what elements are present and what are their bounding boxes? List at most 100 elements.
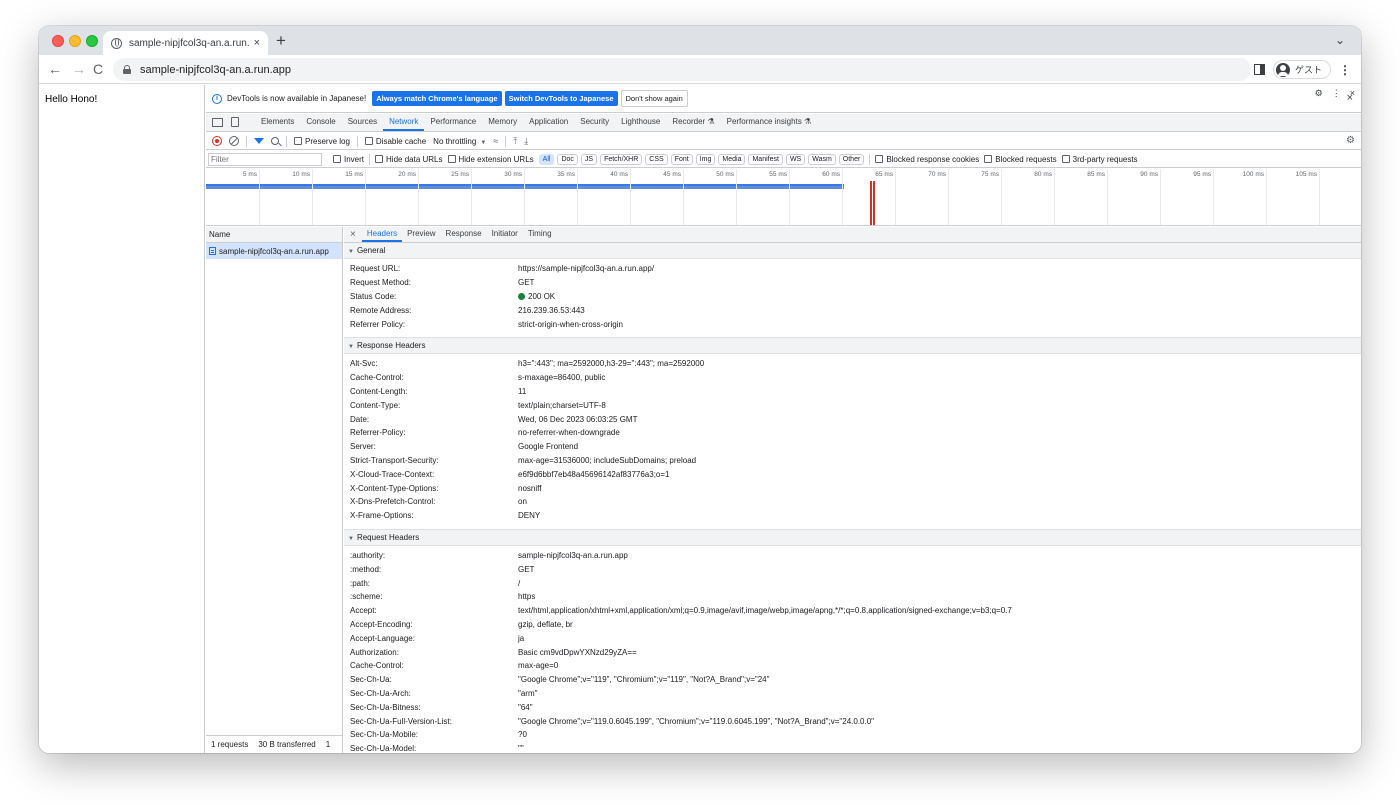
forward-button[interactable]: → <box>72 61 86 77</box>
lock-icon[interactable] <box>123 65 131 74</box>
device-toolbar-icon[interactable] <box>231 117 239 127</box>
clear-icon[interactable] <box>229 136 239 146</box>
hide-extension-urls-checkbox[interactable]: Hide extension URLs <box>447 154 534 164</box>
section-header-response[interactable]: ▼ Response Headers <box>344 337 1361 354</box>
new-tab-button[interactable]: + <box>276 31 286 51</box>
detail-tab-preview[interactable]: Preview <box>402 227 440 242</box>
page-text: Hello Hono! <box>45 94 98 105</box>
type-filter-fetch-xhr[interactable]: Fetch/XHR <box>600 153 643 165</box>
type-filter-doc[interactable]: Doc <box>557 153 578 165</box>
devtools-tab-performance[interactable]: Performance <box>424 114 482 131</box>
minimize-window-button[interactable] <box>69 35 81 47</box>
devtools-tab-lighthouse[interactable]: Lighthouse <box>615 114 666 131</box>
devtools-tab-performance-insights[interactable]: Performance insights ⚗ <box>721 114 818 131</box>
detail-tab-timing[interactable]: Timing <box>523 227 557 242</box>
side-panel-icon[interactable] <box>1253 64 1265 75</box>
type-filter-media[interactable]: Media <box>718 153 746 165</box>
devtools-tab-memory[interactable]: Memory <box>482 114 523 131</box>
address-url[interactable]: sample-nipjfcol3q-an.a.run.app <box>140 64 291 76</box>
type-filter-js[interactable]: JS <box>580 153 598 165</box>
checkbox-box[interactable] <box>447 154 456 163</box>
header-value: 11 <box>518 386 527 396</box>
maximize-window-button[interactable] <box>86 35 98 47</box>
checkbox-box[interactable] <box>875 154 884 163</box>
type-filter-font[interactable]: Font <box>670 153 693 165</box>
devtools-close-icon[interactable]: × <box>1350 88 1355 99</box>
checkbox-box[interactable] <box>364 136 373 145</box>
checkbox-box[interactable] <box>333 154 341 163</box>
reload-button[interactable]: C <box>93 61 103 77</box>
filter-input[interactable] <box>208 152 322 166</box>
devtools-tab-security[interactable]: Security <box>574 114 615 131</box>
devtools-tab-recorder[interactable]: Recorder ⚗ <box>666 114 720 131</box>
timeline-grid-line <box>524 169 525 225</box>
header-row: Accept: text/html,application/xhtml+xml,a… <box>344 604 1361 618</box>
preserve-log-checkbox[interactable]: Preserve log <box>294 136 350 146</box>
type-filter-manifest[interactable]: Manifest <box>748 153 783 165</box>
header-value: gzip, deflate, br <box>518 619 573 629</box>
type-filter-img[interactable]: Img <box>695 153 716 165</box>
type-filter-all[interactable]: All <box>538 153 555 165</box>
name-column-header[interactable]: Name <box>206 227 342 243</box>
hide-data-urls-checkbox[interactable]: Hide data URLs <box>375 154 443 164</box>
section-header-general[interactable]: ▼ General <box>344 243 1361 259</box>
filter-icon[interactable] <box>254 138 264 144</box>
type-filter-css[interactable]: CSS <box>645 153 668 165</box>
checkbox-box[interactable] <box>294 136 302 145</box>
blocked-cookies-checkbox[interactable]: Blocked response cookies <box>875 154 980 164</box>
network-overview-timeline[interactable]: 5 ms 10 ms 15 ms 20 ms 25 ms 30 ms 35 ms 40 ms 4… <box>206 169 1361 226</box>
header-name: Date: <box>350 414 370 424</box>
search-icon[interactable] <box>271 137 279 145</box>
disable-cache-checkbox[interactable]: Disable cache <box>364 136 426 146</box>
network-settings-icon[interactable]: ⚙ <box>1346 135 1355 146</box>
type-filter-other[interactable]: Other <box>838 153 865 165</box>
tab-search-icon[interactable]: ⌄ <box>1335 33 1345 47</box>
throttling-select[interactable]: No throttling ▼ <box>433 137 486 146</box>
tab-close-icon[interactable]: × <box>254 37 260 49</box>
detail-tab-initiator[interactable]: Initiator <box>487 227 523 242</box>
devtools-tab-elements[interactable]: Elements <box>255 114 300 131</box>
tab-title: sample-nipjfcol3q-an.a.run.app <box>129 37 250 49</box>
switch-japanese-button[interactable]: Switch DevTools to Japanese <box>504 91 618 106</box>
type-filter-ws[interactable]: WS <box>785 153 806 165</box>
address-bar[interactable]: sample-nipjfcol3q-an.a.run.app <box>113 58 1251 81</box>
request-row[interactable]: sample-nipjfcol3q-an.a.run.app <box>206 243 342 259</box>
checkbox-box[interactable] <box>375 154 384 163</box>
devtools-tab-console[interactable]: Console <box>300 114 341 131</box>
section-header-request[interactable]: ▼ Request Headers <box>344 529 1361 546</box>
match-language-button[interactable]: Always match Chrome's language <box>372 91 502 106</box>
export-har-icon[interactable]: ⤓ <box>524 136 528 147</box>
browser-menu-icon[interactable]: ⋮ <box>1339 63 1351 77</box>
close-detail-icon[interactable]: × <box>350 227 362 242</box>
devtools-tab-application[interactable]: Application <box>523 114 574 131</box>
network-conditions-icon[interactable]: ≈ <box>493 136 498 146</box>
avatar-icon <box>1275 62 1290 77</box>
browser-tab[interactable]: sample-nipjfcol3q-an.a.run.app × <box>103 31 268 55</box>
request-count: 1 requests <box>211 740 249 749</box>
devtools-tab-network[interactable]: Network <box>383 114 425 131</box>
import-har-icon[interactable]: ⤒ <box>513 136 517 147</box>
dont-show-again-button[interactable]: Don't show again <box>620 90 688 107</box>
header-name: :method: <box>350 564 382 574</box>
blocked-requests-checkbox[interactable]: Blocked requests <box>984 154 1057 164</box>
detail-tab-response[interactable]: Response <box>441 227 487 242</box>
checkbox-box[interactable] <box>1061 154 1070 163</box>
header-name: Accept-Encoding: <box>350 619 413 629</box>
inspect-element-icon[interactable] <box>212 118 223 127</box>
checkbox-box[interactable] <box>984 154 993 163</box>
header-value: "Google Chrome";v="119", "Chromium";v="1… <box>518 675 770 685</box>
devtools-tab-sources[interactable]: Sources <box>342 114 383 131</box>
third-party-checkbox[interactable]: 3rd-party requests <box>1061 154 1138 164</box>
blocked-cookies-label: Blocked response cookies <box>886 154 980 164</box>
close-window-button[interactable] <box>52 35 64 47</box>
type-filter-wasm[interactable]: Wasm <box>808 153 836 165</box>
profile-button[interactable]: ゲスト <box>1272 60 1331 79</box>
devtools-settings-icon[interactable]: ⚙ <box>1315 88 1323 99</box>
devtools-menu-icon[interactable]: ⋮ <box>1332 88 1341 99</box>
request-name: sample-nipjfcol3q-an.a.run.app <box>219 246 329 256</box>
detail-tab-headers[interactable]: Headers <box>361 227 403 242</box>
record-icon[interactable] <box>212 136 222 146</box>
back-button[interactable]: ← <box>48 61 62 77</box>
header-value: Basic cm9vdDpwYXNzd29yZA== <box>518 647 637 657</box>
invert-checkbox[interactable]: Invert <box>333 154 364 164</box>
